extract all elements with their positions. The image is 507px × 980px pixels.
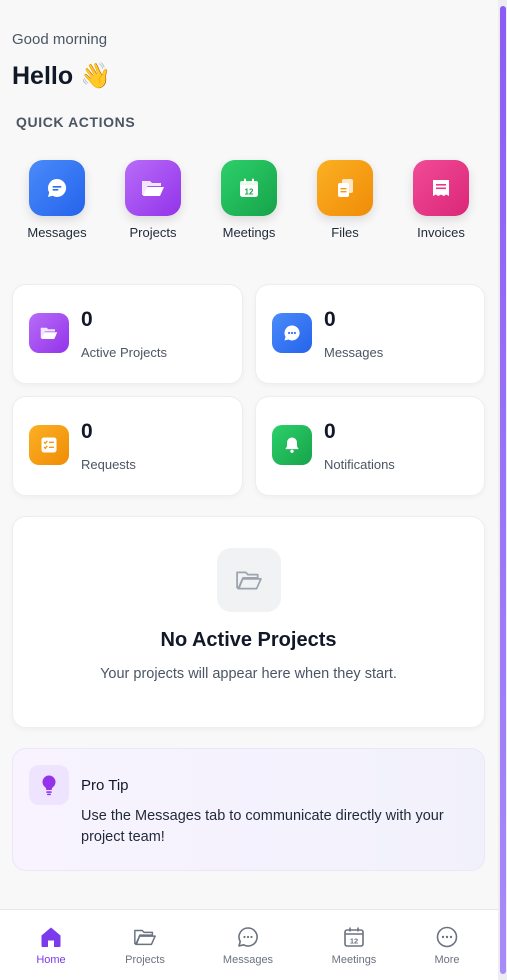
hello-heading: Hello 👋	[12, 62, 111, 91]
quick-action-label: Meetings	[222, 225, 276, 240]
stat-card-active-projects[interactable]: 0 Active Projects	[12, 284, 243, 384]
quick-action-files[interactable]: Files	[305, 160, 385, 240]
nav-item-meetings[interactable]: 12 Meetings	[304, 910, 404, 980]
stat-card-notifications[interactable]: 0 Notifications	[255, 396, 485, 496]
nav-label: Messages	[222, 954, 274, 966]
stat-label: Messages	[324, 345, 384, 360]
calendar-icon: 12	[221, 160, 277, 216]
home-icon	[41, 927, 61, 947]
stat-label: Requests	[81, 457, 136, 472]
greeting-text: Good morning	[12, 31, 108, 48]
folder-open-icon	[134, 929, 156, 946]
quick-action-projects[interactable]: Projects	[113, 160, 193, 240]
lightbulb-icon	[29, 765, 69, 805]
calendar-day-number: 12	[245, 188, 254, 197]
quick-action-meetings[interactable]: 12 Meetings	[209, 160, 289, 240]
bell-icon	[272, 425, 312, 465]
stat-value: 0	[81, 420, 93, 443]
empty-state-subtitle: Your projects will appear here when they…	[100, 666, 397, 682]
stat-value: 0	[324, 420, 336, 443]
checklist-icon	[29, 425, 69, 465]
nav-label: Home	[36, 954, 66, 966]
hello-text: Hello	[12, 62, 74, 90]
nav-item-home[interactable]: Home	[1, 910, 101, 980]
stat-card-messages[interactable]: 0 Messages	[255, 284, 485, 384]
chat-bubble-icon	[272, 313, 312, 353]
stat-label: Active Projects	[81, 345, 167, 360]
folder-open-icon	[29, 313, 69, 353]
calendar-day-number: 12	[350, 937, 358, 946]
chat-bubble-icon	[29, 160, 85, 216]
quick-action-invoices[interactable]: Invoices	[401, 160, 481, 240]
invoice-icon	[413, 160, 469, 216]
bottom-nav: Home Projects Messages 12 Meetings More	[0, 909, 498, 980]
stat-value: 0	[81, 308, 93, 331]
quick-action-messages[interactable]: Messages	[17, 160, 97, 240]
pro-tip-body: Use the Messages tab to communicate dire…	[81, 808, 444, 845]
quick-actions-title: QUICK ACTIONS	[16, 114, 136, 130]
calendar-icon: 12	[344, 927, 364, 947]
folder-open-icon	[217, 548, 281, 612]
pro-tip-card: Pro Tip Use the Messages tab to communic…	[12, 748, 485, 871]
quick-action-label: Files	[331, 225, 359, 240]
pro-tip-title: Pro Tip	[81, 777, 129, 794]
nav-label: Projects	[125, 954, 165, 966]
empty-state-title: No Active Projects	[160, 629, 337, 651]
files-icon	[317, 160, 373, 216]
nav-item-messages[interactable]: Messages	[198, 910, 298, 980]
nav-item-more[interactable]: More	[397, 910, 497, 980]
nav-label: More	[434, 954, 460, 966]
chat-bubble-icon	[238, 927, 258, 947]
empty-state-card: No Active Projects Your projects will ap…	[12, 516, 485, 728]
nav-item-projects[interactable]: Projects	[95, 910, 195, 980]
scrollbar-thumb[interactable]	[500, 6, 506, 974]
scrollbar-track[interactable]	[498, 0, 507, 980]
more-icon	[436, 926, 458, 948]
nav-label: Meetings	[331, 954, 377, 966]
waving-hand-emoji: 👋	[80, 62, 112, 90]
quick-action-label: Invoices	[417, 225, 465, 240]
quick-action-label: Projects	[129, 225, 177, 240]
quick-action-label: Messages	[27, 225, 87, 240]
stat-label: Notifications	[324, 457, 395, 472]
stat-card-requests[interactable]: 0 Requests	[12, 396, 243, 496]
folder-open-icon	[125, 160, 181, 216]
stat-value: 0	[324, 308, 336, 331]
